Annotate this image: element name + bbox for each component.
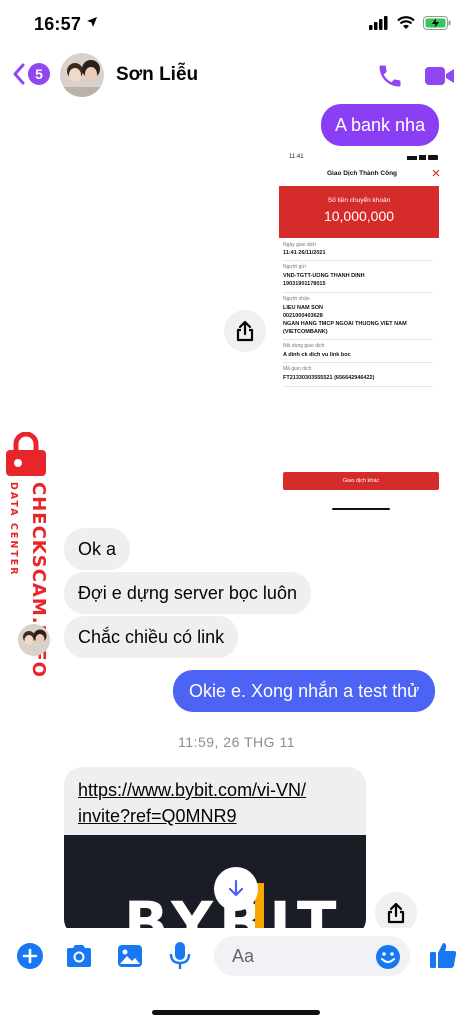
transfer-receipt-image[interactable]: 11:41 Giao Dịch Thành Công Số tiền chuyể…	[277, 146, 447, 516]
emoji-icon[interactable]	[375, 944, 401, 970]
download-arrow-icon	[228, 879, 244, 897]
content-label: Nội dung giao dịch	[283, 343, 325, 349]
home-indicator	[152, 1010, 320, 1015]
share-icon	[236, 320, 254, 342]
receiver-label: Người nhận	[283, 296, 310, 302]
contact-name[interactable]: Sơn Liễu	[116, 64, 198, 86]
photo-gallery-icon[interactable]	[116, 942, 144, 970]
message-composer: Aa	[0, 928, 473, 1024]
receiver-bank: NGAN HANG TMCP NGOAI THUONG VIET NAM	[283, 321, 407, 327]
message-incoming[interactable]: Đợi e dựng server bọc luôn	[64, 572, 311, 614]
share-button[interactable]	[224, 310, 266, 352]
signal-icon	[369, 16, 388, 30]
content-value: A dinh ck dich vu link boc	[283, 352, 351, 358]
receipt-status-time: 11:41	[289, 154, 304, 160]
link-preview-image[interactable]: BYBIT	[64, 835, 366, 937]
message-incoming[interactable]: Ok a	[64, 528, 131, 570]
receipt-title: Giao Dịch Thành Công	[326, 170, 398, 177]
unread-count-badge: 5	[28, 63, 50, 85]
contact-avatar[interactable]	[60, 53, 104, 97]
video-camera-icon[interactable]	[424, 64, 456, 88]
close-icon	[432, 169, 440, 177]
phone-icon[interactable]	[376, 62, 404, 90]
amount-label: Số tiền chuyển khoản	[327, 197, 391, 204]
receipt-home-indicator	[332, 508, 390, 510]
receiver-account: 0021000403628	[283, 313, 323, 319]
receiver-name: LIEU NAM SON	[283, 305, 324, 311]
sender-account: 19031901178015	[283, 281, 326, 287]
link-url-line1: https://www.bybit.com/vi-VN/	[78, 780, 307, 800]
code-value: FT21330303555521 (656642946422)	[283, 375, 375, 381]
thumbs-up-icon[interactable]	[428, 940, 458, 970]
link-url-line2: invite?ref=Q0MNR9	[78, 806, 237, 826]
status-icons	[369, 16, 451, 30]
message-incoming[interactable]: Chắc chiều có link	[64, 616, 239, 658]
download-button[interactable]	[214, 867, 258, 911]
receipt-amount-banner: Số tiền chuyển khoản 10,000,000	[279, 186, 439, 238]
receipt-status-icons	[407, 155, 438, 160]
sender-avatar	[18, 624, 50, 656]
lock-icon	[6, 432, 46, 476]
link-url[interactable]: https://www.bybit.com/vi-VN/ invite?ref=…	[64, 767, 366, 829]
back-chevron-icon	[13, 63, 25, 85]
microphone-icon[interactable]	[168, 940, 192, 972]
amount-value: 10,000,000	[323, 208, 395, 224]
date-label: Ngày giao dịch	[283, 242, 317, 248]
sender-name: VND-TGTT-UONG THANH DINH	[283, 273, 365, 279]
plus-icon[interactable]	[16, 942, 44, 970]
sender-label: Người gửi	[283, 264, 306, 270]
wifi-icon	[397, 16, 415, 29]
receiver-bank-short: (VIETCOMBANK)	[283, 329, 328, 335]
message-outgoing[interactable]: A bank nha	[321, 104, 440, 146]
message-outgoing[interactable]: Okie e. Xong nhắn a test thử	[173, 670, 436, 712]
watermark-subtext: DATA CENTER	[8, 482, 19, 577]
link-preview-card[interactable]: https://www.bybit.com/vi-VN/ invite?ref=…	[64, 767, 366, 937]
other-transaction-button: Giao dịch khác	[283, 472, 439, 490]
battery-charging-icon	[423, 16, 451, 30]
code-label: Mã giao dịch	[283, 366, 312, 372]
date-value: 11:41 26/11/2021	[283, 250, 326, 256]
share-icon	[387, 902, 405, 924]
back-button[interactable]: 5	[12, 62, 50, 86]
camera-icon[interactable]	[64, 943, 94, 969]
location-arrow-icon	[87, 17, 97, 27]
status-time: 16:57	[34, 14, 82, 34]
message-timestamp: 11:59, 26 THG 11	[178, 734, 295, 750]
